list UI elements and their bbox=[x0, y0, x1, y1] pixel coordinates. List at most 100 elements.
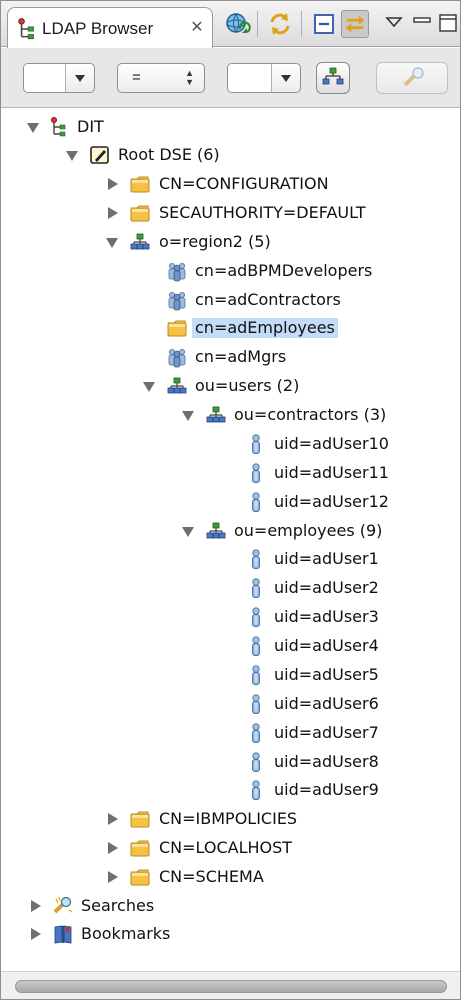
expand-toggle-icon[interactable] bbox=[105, 841, 119, 855]
user-icon bbox=[245, 462, 267, 484]
tree-node-uid-aduser8[interactable]: uid=adUser8 bbox=[1, 749, 460, 775]
filter-toolbar: = ▲ ▼ bbox=[1, 48, 460, 108]
expand-toggle-icon[interactable] bbox=[105, 870, 119, 884]
tree-node-cn-schema[interactable]: CN=SCHEMA bbox=[1, 864, 460, 890]
maximize-button[interactable] bbox=[435, 10, 460, 38]
tree-node-label: CN=CONFIGURATION bbox=[159, 174, 329, 193]
tree-node-searches[interactable]: Searches bbox=[1, 893, 460, 919]
tree-node-uid-aduser6[interactable]: uid=adUser6 bbox=[1, 691, 460, 717]
minimize-button[interactable] bbox=[409, 10, 437, 38]
operator-select-value: = bbox=[132, 69, 141, 86]
user-icon bbox=[245, 779, 267, 801]
ldap-browser-view: LDAP Browser ✕ = ▲ ▼ DIT Root DSE (6) CN… bbox=[0, 0, 461, 1000]
expand-toggle-icon[interactable] bbox=[28, 899, 42, 913]
tree-filter-icon bbox=[322, 67, 344, 85]
view-menu-button[interactable] bbox=[381, 10, 409, 38]
tree-node-label: uid=adUser9 bbox=[274, 780, 379, 799]
view-title-bar: LDAP Browser ✕ bbox=[1, 1, 460, 48]
sync-button[interactable] bbox=[266, 10, 294, 38]
tree-node-bookmarks[interactable]: Bookmarks bbox=[1, 921, 460, 947]
tree-node-uid-aduser9[interactable]: uid=adUser9 bbox=[1, 777, 460, 803]
link-arrows-icon bbox=[345, 15, 365, 33]
tree-node-uid-aduser3[interactable]: uid=adUser3 bbox=[1, 604, 460, 630]
tree-node-label: uid=adUser8 bbox=[274, 752, 379, 771]
ldap-tree: DIT Root DSE (6) CN=CONFIGURATION SECAUT… bbox=[1, 109, 460, 969]
expand-toggle-icon[interactable] bbox=[105, 206, 119, 220]
horizontal-scrollbar[interactable] bbox=[1, 971, 460, 999]
tree-node-label: cn=adBPMDevelopers bbox=[195, 261, 373, 280]
tree-node-label: Root DSE (6) bbox=[118, 145, 220, 164]
globe-refresh-icon bbox=[226, 13, 251, 33]
tree-node-ou-users[interactable]: ou=users (2) bbox=[1, 373, 460, 399]
toolbar-separator bbox=[257, 11, 258, 37]
user-icon bbox=[245, 606, 267, 628]
tree-node-uid-aduser11[interactable]: uid=adUser11 bbox=[1, 460, 460, 486]
expand-toggle-icon[interactable] bbox=[105, 177, 119, 191]
clear-filter-icon bbox=[403, 67, 424, 87]
link-with-editor-button[interactable] bbox=[341, 10, 369, 38]
tree-node-cn-configuration[interactable]: CN=CONFIGURATION bbox=[1, 171, 460, 197]
tree-node-ou-contractors[interactable]: ou=contractors (3) bbox=[1, 402, 460, 428]
tree-node-cn-ademployees[interactable]: cn=adEmployees bbox=[1, 315, 460, 341]
value-combo[interactable] bbox=[227, 63, 301, 93]
tree-node-o-region2[interactable]: o=region2 (5) bbox=[1, 229, 460, 255]
collapse-all-button[interactable] bbox=[310, 10, 338, 38]
updown-arrows-icon: ▲ ▼ bbox=[185, 68, 194, 87]
tree-node-label: uid=adUser4 bbox=[274, 636, 379, 655]
attribute-combo[interactable] bbox=[23, 63, 95, 93]
scrollbar-thumb[interactable] bbox=[15, 980, 447, 993]
expand-toggle-icon[interactable] bbox=[181, 408, 195, 422]
tree-node-uid-aduser4[interactable]: uid=adUser4 bbox=[1, 633, 460, 659]
folder-icon bbox=[129, 866, 151, 888]
hierarchy-icon bbox=[205, 520, 227, 542]
expand-toggle-icon[interactable] bbox=[181, 524, 195, 538]
expand-toggle-icon[interactable] bbox=[26, 120, 40, 134]
tree-node-uid-aduser2[interactable]: uid=adUser2 bbox=[1, 575, 460, 601]
tree-node-label: CN=LOCALHOST bbox=[159, 838, 293, 857]
refresh-connection-button[interactable] bbox=[223, 10, 251, 38]
tree-node-label: uid=adUser11 bbox=[274, 463, 389, 482]
view-tab-label: LDAP Browser bbox=[42, 19, 154, 38]
tree-node-root-dse[interactable]: Root DSE (6) bbox=[1, 142, 460, 168]
user-icon bbox=[245, 548, 267, 570]
toolbar-separator bbox=[301, 11, 302, 37]
tree-node-cn-adcontractors[interactable]: cn=adContractors bbox=[1, 287, 460, 313]
close-icon[interactable]: ✕ bbox=[188, 19, 206, 37]
tree-node-label: cn=adMgrs bbox=[195, 347, 287, 366]
tree-node-secauthority[interactable]: SECAUTHORITY=DEFAULT bbox=[1, 200, 460, 226]
expand-toggle-icon[interactable] bbox=[65, 148, 79, 162]
apply-filter-button[interactable] bbox=[316, 62, 350, 94]
tree-node-cn-localhost[interactable]: CN=LOCALHOST bbox=[1, 835, 460, 861]
group-icon bbox=[166, 289, 188, 311]
chevron-down-icon bbox=[281, 75, 291, 82]
tree-node-label: uid=adUser5 bbox=[274, 665, 379, 684]
expand-toggle-icon[interactable] bbox=[28, 927, 42, 941]
tree-node-cn-adbpmdevelopers[interactable]: cn=adBPMDevelopers bbox=[1, 258, 460, 284]
tree-node-cn-ibmpolicies[interactable]: CN=IBMPOLICIES bbox=[1, 806, 460, 832]
tree-node-uid-aduser10[interactable]: uid=adUser10 bbox=[1, 431, 460, 457]
user-icon bbox=[245, 635, 267, 657]
tree-node-label: uid=adUser7 bbox=[274, 723, 379, 742]
folder-icon bbox=[166, 317, 188, 339]
tree-node-uid-aduser1[interactable]: uid=adUser1 bbox=[1, 546, 460, 572]
folder-icon bbox=[129, 837, 151, 859]
tree-node-label: Bookmarks bbox=[81, 924, 171, 943]
folder-icon bbox=[129, 808, 151, 830]
operator-select[interactable]: = ▲ ▼ bbox=[117, 63, 205, 93]
view-tab-ldap-browser[interactable]: LDAP Browser ✕ bbox=[7, 7, 213, 48]
user-icon bbox=[245, 491, 267, 513]
tree-node-cn-admgrs[interactable]: cn=adMgrs bbox=[1, 344, 460, 370]
expand-toggle-icon[interactable] bbox=[105, 235, 119, 249]
expand-toggle-icon[interactable] bbox=[105, 812, 119, 826]
tree-node-uid-aduser12[interactable]: uid=adUser12 bbox=[1, 489, 460, 515]
tree-node-label: CN=SCHEMA bbox=[159, 867, 264, 886]
tree-node-uid-aduser7[interactable]: uid=adUser7 bbox=[1, 720, 460, 746]
tree-node-ou-employees[interactable]: ou=employees (9) bbox=[1, 518, 460, 544]
tree-node-label: ou=contractors (3) bbox=[234, 405, 387, 424]
expand-toggle-icon[interactable] bbox=[142, 379, 156, 393]
clear-filter-button[interactable] bbox=[376, 62, 448, 94]
folder-icon bbox=[129, 173, 151, 195]
value-combo-value bbox=[228, 64, 272, 92]
tree-node-dit[interactable]: DIT bbox=[1, 114, 460, 140]
tree-node-uid-aduser5[interactable]: uid=adUser5 bbox=[1, 662, 460, 688]
